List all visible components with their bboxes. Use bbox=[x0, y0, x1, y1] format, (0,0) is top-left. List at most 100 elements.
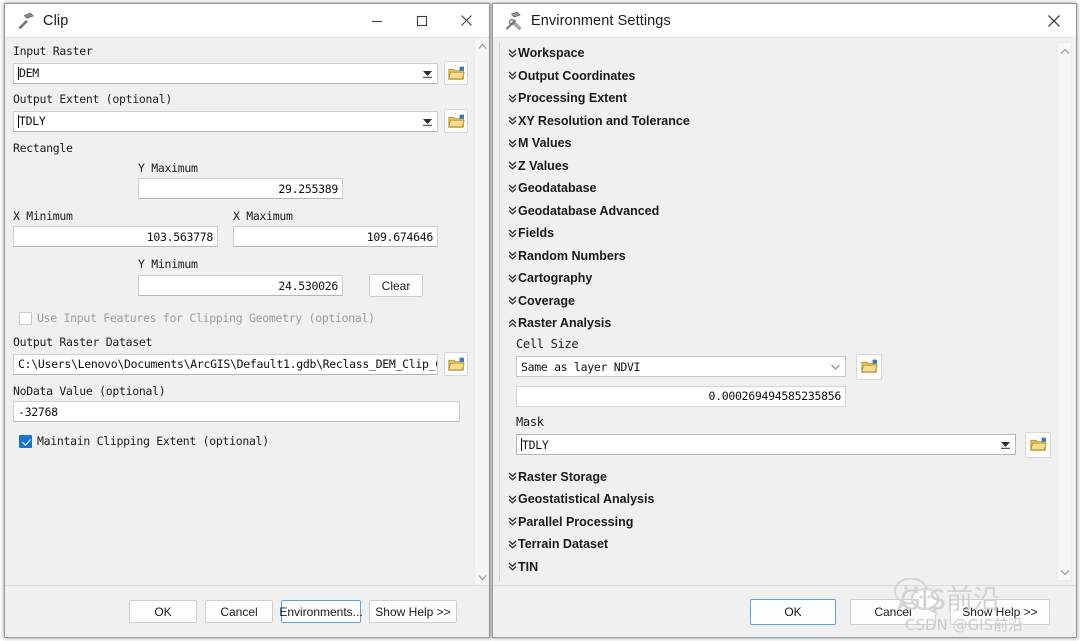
chevron-down-double-icon bbox=[506, 539, 518, 550]
env-category-label: Geostatistical Analysis bbox=[518, 492, 655, 507]
clip-ok-button[interactable]: OK bbox=[129, 600, 197, 623]
scroll-down-icon[interactable] bbox=[475, 569, 489, 585]
watermark-main-text: GIS前沿 bbox=[900, 585, 1001, 616]
clip-footer: OK Cancel Environments... Show Help >> bbox=[5, 585, 489, 637]
x-minimum-label: X Minimum bbox=[13, 209, 73, 223]
clip-cancel-button[interactable]: Cancel bbox=[205, 600, 273, 623]
env-ok-button[interactable]: OK bbox=[750, 598, 836, 625]
env-category-workspace[interactable]: Workspace bbox=[500, 42, 1054, 65]
scroll-up-icon[interactable] bbox=[475, 38, 489, 54]
env-category-coverage[interactable]: Coverage bbox=[500, 290, 1054, 313]
env-category-geostatistical-analysis[interactable]: Geostatistical Analysis bbox=[500, 488, 1054, 511]
env-category-label: Output Coordinates bbox=[518, 68, 636, 83]
clip-body: Input Raster DEM Output Extent (optional… bbox=[5, 38, 489, 585]
cell-size-browse-button[interactable] bbox=[856, 353, 882, 380]
scroll-down-icon[interactable] bbox=[1058, 564, 1071, 580]
env-category-m-values[interactable]: M Values bbox=[500, 132, 1054, 155]
output-raster-dataset-input[interactable]: C:\Users\Lenovo\Documents\ArcGIS\Default… bbox=[13, 353, 438, 375]
env-category-label: Workspace bbox=[518, 46, 585, 61]
chevron-down-double-icon bbox=[506, 228, 518, 239]
env-category-xy-resolution-and-tolerance[interactable]: XY Resolution and Tolerance bbox=[500, 110, 1054, 133]
env-category-label: Processing Extent bbox=[518, 91, 628, 106]
input-raster-browse-button[interactable] bbox=[444, 61, 468, 85]
env-category-geodatabase-advanced[interactable]: Geodatabase Advanced bbox=[500, 200, 1054, 223]
env-category-random-numbers[interactable]: Random Numbers bbox=[500, 245, 1054, 268]
env-category-label: Fields bbox=[518, 226, 555, 241]
output-extent-browse-button[interactable] bbox=[444, 109, 468, 133]
y-minimum-input[interactable]: 24.530026 bbox=[138, 275, 343, 296]
chevron-down-double-icon bbox=[506, 516, 518, 527]
x-minimum-input[interactable]: 103.563778 bbox=[13, 226, 218, 247]
env-category-label: Raster Storage bbox=[518, 469, 607, 484]
env-category-fields[interactable]: Fields bbox=[500, 222, 1054, 245]
env-category-label: Cartography bbox=[518, 271, 593, 286]
env-category-tin[interactable]: TIN bbox=[500, 556, 1054, 579]
chevron-down-double-icon bbox=[506, 273, 518, 284]
clip-scrollbar[interactable] bbox=[474, 38, 489, 585]
minimize-icon[interactable] bbox=[354, 4, 399, 37]
chevron-down-icon[interactable] bbox=[995, 440, 1015, 449]
maintain-clipping-extent-row[interactable]: Maintain Clipping Extent (optional) bbox=[19, 434, 468, 448]
input-raster-value: DEM bbox=[19, 66, 39, 80]
chevron-down-double-icon bbox=[506, 48, 518, 59]
output-raster-dataset-browse-button[interactable] bbox=[444, 352, 468, 376]
chevron-down-double-icon bbox=[506, 138, 518, 149]
env-title: Environment Settings bbox=[531, 12, 671, 29]
x-maximum-input[interactable]: 109.674646 bbox=[233, 226, 438, 247]
cell-size-number-input[interactable]: 0.000269494585235856 bbox=[516, 385, 846, 407]
cell-size-combo[interactable]: Same as layer NDVI bbox=[516, 356, 846, 377]
env-window-buttons bbox=[1031, 4, 1076, 37]
input-raster-row: DEM bbox=[13, 61, 468, 85]
env-category-label: XY Resolution and Tolerance bbox=[518, 113, 690, 128]
maximize-icon[interactable] bbox=[399, 4, 444, 37]
env-category-raster-analysis[interactable]: Raster Analysis bbox=[500, 312, 1054, 335]
chevron-down-icon[interactable] bbox=[417, 68, 437, 78]
use-input-features-checkbox[interactable] bbox=[19, 311, 32, 325]
env-category-z-values[interactable]: Z Values bbox=[500, 155, 1054, 178]
use-input-features-row[interactable]: Use Input Features for Clipping Geometry… bbox=[19, 311, 468, 325]
clip-show-help-button[interactable]: Show Help >> bbox=[369, 600, 457, 623]
env-category-processing-extent[interactable]: Processing Extent bbox=[500, 87, 1054, 110]
clip-environments-button[interactable]: Environments... bbox=[279, 600, 363, 623]
close-icon[interactable] bbox=[444, 4, 489, 37]
maintain-clipping-extent-checkbox[interactable] bbox=[19, 434, 32, 448]
env-category-parallel-processing[interactable]: Parallel Processing bbox=[500, 511, 1054, 534]
env-category-geodatabase[interactable]: Geodatabase bbox=[500, 177, 1054, 200]
input-raster-combo[interactable]: DEM bbox=[13, 62, 438, 84]
chevron-down-icon[interactable] bbox=[825, 362, 845, 371]
clip-titlebar[interactable]: Clip bbox=[5, 4, 489, 38]
chevron-down-double-icon bbox=[506, 561, 518, 572]
env-category-output-coordinates[interactable]: Output Coordinates bbox=[500, 65, 1054, 88]
clip-title: Clip bbox=[43, 12, 69, 29]
close-icon[interactable] bbox=[1031, 4, 1076, 37]
mask-combo[interactable]: TDLY bbox=[516, 434, 1016, 455]
chevron-down-double-icon bbox=[506, 160, 518, 171]
env-scrollbar[interactable] bbox=[1057, 42, 1072, 581]
mask-label: Mask bbox=[516, 414, 544, 429]
chevron-down-double-icon bbox=[506, 70, 518, 81]
env-category-label: Terrain Dataset bbox=[518, 537, 609, 552]
mask-browse-button[interactable] bbox=[1025, 431, 1051, 458]
chevron-down-double-icon bbox=[506, 183, 518, 194]
env-category-terrain-dataset[interactable]: Terrain Dataset bbox=[500, 533, 1054, 556]
env-category-cartography[interactable]: Cartography bbox=[500, 267, 1054, 290]
clip-dialog-window: Clip Input Raster DEM Output Extent (opt… bbox=[4, 3, 490, 638]
mask-value: TDLY bbox=[522, 437, 549, 452]
env-category-raster-storage[interactable]: Raster Storage bbox=[500, 466, 1054, 489]
env-category-list: Workspace Output Coordinates Processing … bbox=[499, 42, 1054, 581]
output-extent-combo[interactable]: TDLY bbox=[13, 110, 438, 132]
raster-analysis-panel: Cell Size Same as layer NDVI 0.000269494… bbox=[500, 335, 1054, 458]
output-extent-label: Output Extent (optional) bbox=[13, 92, 172, 106]
env-category-label: TIN bbox=[518, 559, 539, 574]
env-titlebar[interactable]: Environment Settings bbox=[493, 4, 1076, 38]
env-body: Workspace Output Coordinates Processing … bbox=[493, 38, 1076, 585]
clear-button[interactable]: Clear bbox=[369, 274, 423, 297]
env-category-label: M Values bbox=[518, 136, 572, 151]
y-maximum-input[interactable]: 29.255389 bbox=[138, 178, 343, 199]
env-category-label: Raster Analysis bbox=[518, 316, 612, 331]
scroll-up-icon[interactable] bbox=[1058, 43, 1071, 59]
env-category-label: Geodatabase bbox=[518, 181, 597, 196]
chevron-down-icon[interactable] bbox=[417, 116, 437, 126]
nodata-value-input[interactable]: -32768 bbox=[13, 401, 460, 422]
nodata-value-label: NoData Value (optional) bbox=[13, 384, 166, 398]
